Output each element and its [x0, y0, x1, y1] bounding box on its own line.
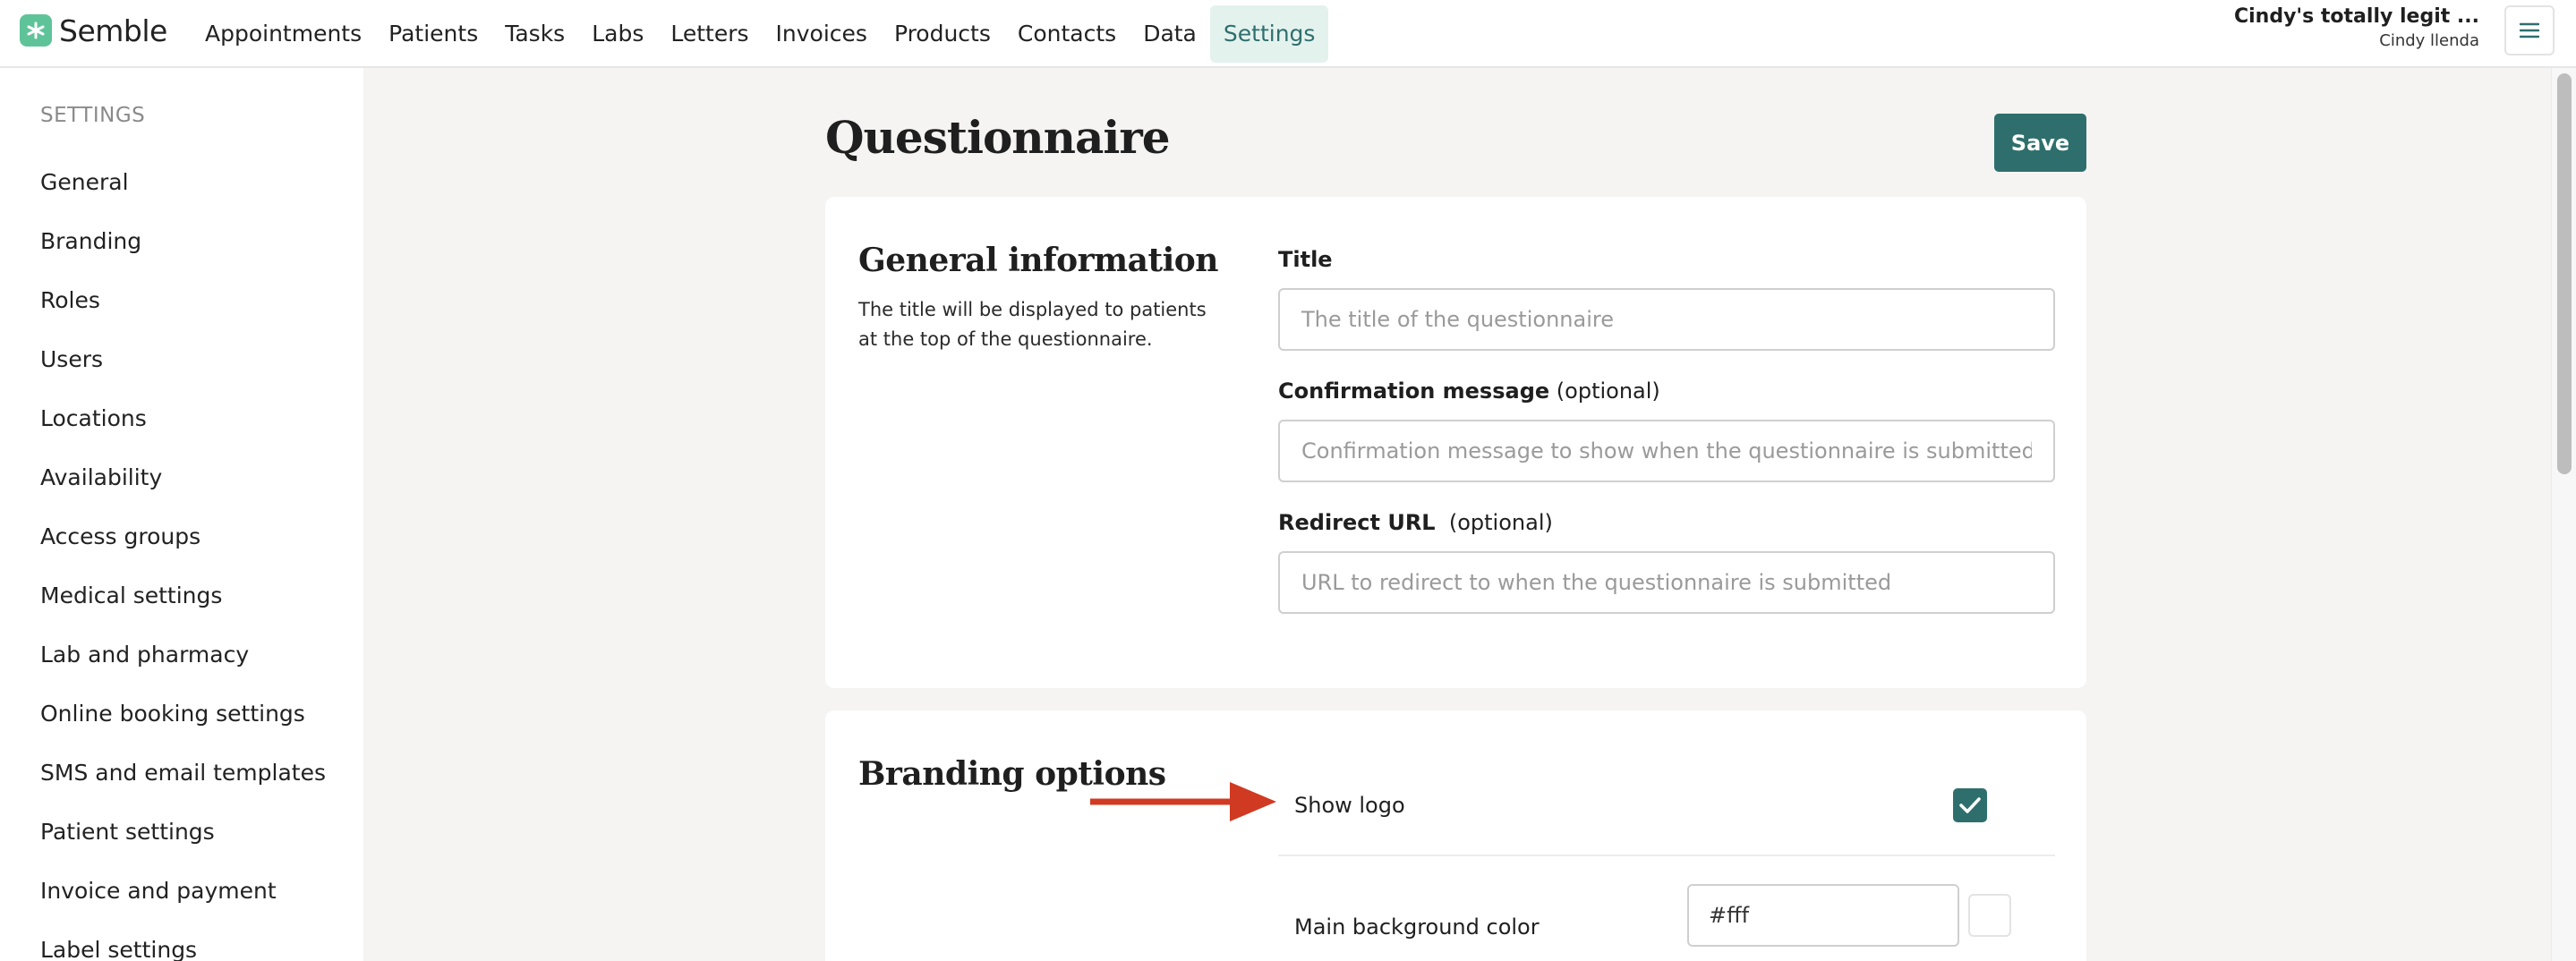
page-scrollbar[interactable] — [2551, 68, 2576, 961]
annotation-arrow-icon — [1090, 782, 1276, 821]
general-information-description: The title will be displayed to patients … — [858, 299, 1207, 350]
main-nav: Appointments Patients Tasks Labs Letters… — [192, 0, 1329, 68]
redirect-url-input[interactable] — [1278, 551, 2055, 614]
sidebar-heading: SETTINGS — [40, 104, 146, 127]
title-label: Title — [1278, 247, 1333, 272]
redirect-url-label: Redirect URL (optional) — [1278, 510, 1553, 535]
hamburger-icon — [2520, 22, 2539, 38]
main-background-color-swatch[interactable] — [1968, 894, 2011, 937]
sidebar-item-locations[interactable]: Locations — [40, 403, 326, 462]
confirmation-message-input[interactable] — [1278, 420, 2055, 482]
semble-logo[interactable]: Semble — [20, 13, 167, 48]
main-background-color-input[interactable] — [1687, 884, 1959, 947]
checkmark-icon — [1959, 797, 1981, 813]
nav-products[interactable]: Products — [881, 5, 1004, 63]
title-label-text: Title — [1278, 247, 1333, 272]
nav-settings[interactable]: Settings — [1209, 5, 1329, 63]
sidebar-item-access-groups[interactable]: Access groups — [40, 521, 326, 580]
nav-invoices[interactable]: Invoices — [763, 5, 881, 63]
nav-contacts[interactable]: Contacts — [1004, 5, 1130, 63]
practice-name: Cindy's totally legit ... — [2233, 5, 2479, 28]
sidebar-item-users[interactable]: Users — [40, 344, 326, 403]
show-logo-label: Show logo — [1294, 793, 1405, 818]
user-name: Cindy llenda — [2379, 31, 2479, 50]
row-divider — [1278, 855, 2055, 856]
redirect-label-text: Redirect URL — [1278, 510, 1436, 535]
hamburger-menu-button[interactable] — [2504, 5, 2555, 55]
sidebar-item-availability[interactable]: Availability — [40, 462, 326, 521]
nav-tasks[interactable]: Tasks — [491, 5, 578, 63]
sidebar-item-roles[interactable]: Roles — [40, 285, 326, 344]
main-background-color-label: Main background color — [1294, 914, 1540, 940]
sidebar-item-sms-email-templates[interactable]: SMS and email templates — [40, 757, 326, 816]
show-logo-checkbox[interactable] — [1953, 788, 1987, 822]
page-title: Questionnaire — [825, 111, 1171, 164]
general-information-title: General information — [858, 242, 1218, 279]
sidebar-item-general[interactable]: General — [40, 166, 326, 225]
sidebar-item-online-booking[interactable]: Online booking settings — [40, 698, 326, 757]
sidebar-item-medical-settings[interactable]: Medical settings — [40, 580, 326, 639]
confirmation-message-label: Confirmation message (optional) — [1278, 378, 1660, 404]
redirect-optional-text: (optional) — [1448, 510, 1553, 535]
title-input[interactable] — [1278, 288, 2055, 351]
nav-patients[interactable]: Patients — [375, 5, 491, 63]
account-switcher[interactable]: Cindy's totally legit ... Cindy llenda — [2234, 5, 2479, 50]
general-information-card: General information The title will be di… — [825, 197, 2086, 688]
sidebar-item-patient-settings[interactable]: Patient settings — [40, 816, 326, 875]
sidebar-item-lab-and-pharmacy[interactable]: Lab and pharmacy — [40, 639, 326, 698]
save-button[interactable]: Save — [1994, 114, 2086, 172]
settings-sidebar: SETTINGS General Branding Roles Users Lo… — [0, 68, 363, 961]
confirmation-label-text: Confirmation message — [1278, 378, 1550, 404]
scrollbar-thumb[interactable] — [2557, 73, 2572, 474]
sidebar-item-branding[interactable]: Branding — [40, 225, 326, 285]
nav-appointments[interactable]: Appointments — [192, 5, 375, 63]
semble-logo-icon — [20, 14, 52, 47]
sidebar-list: General Branding Roles Users Locations A… — [40, 166, 326, 961]
nav-letters[interactable]: Letters — [657, 5, 762, 63]
top-navigation-bar: Semble Appointments Patients Tasks Labs … — [0, 0, 2576, 68]
sidebar-item-invoice-payment[interactable]: Invoice and payment — [40, 875, 326, 934]
nav-labs[interactable]: Labs — [578, 5, 657, 63]
brand-name: Semble — [59, 13, 167, 48]
confirmation-optional-text: (optional) — [1556, 378, 1660, 404]
branding-options-card: Branding options Show logo Main backgrou… — [825, 710, 2086, 961]
sidebar-item-label-settings[interactable]: Label settings — [40, 934, 326, 961]
nav-data[interactable]: Data — [1130, 5, 1210, 63]
